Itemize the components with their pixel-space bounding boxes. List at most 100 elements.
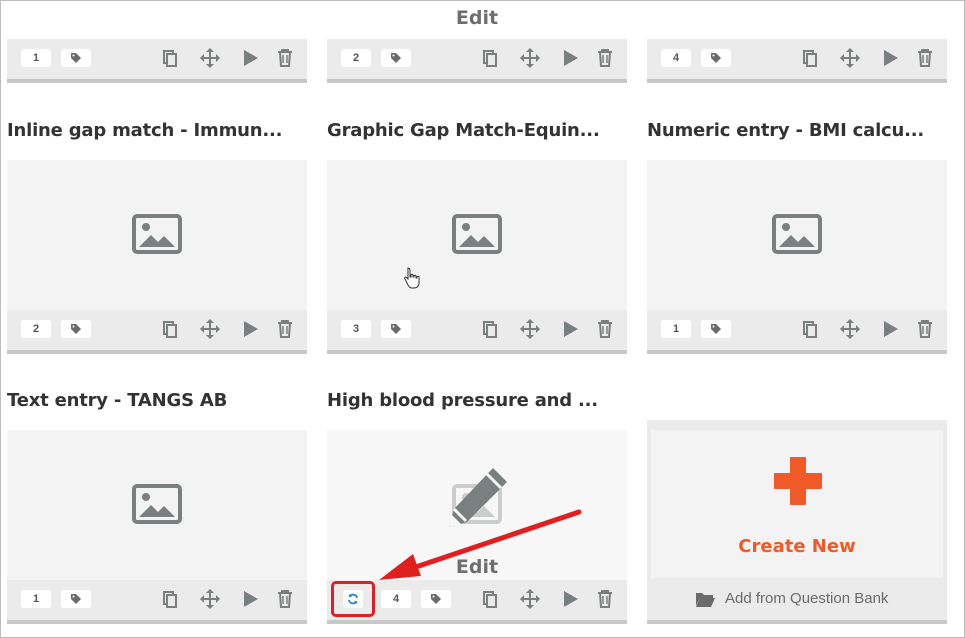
version-count[interactable]: 4 (381, 590, 411, 608)
move-button[interactable] (199, 47, 221, 69)
card-toolbar: 1 (7, 39, 307, 83)
card-top-3: 4 (647, 1, 947, 83)
move-button[interactable] (519, 318, 541, 340)
trash-icon (278, 49, 292, 67)
copy-button[interactable] (159, 318, 181, 340)
play-button[interactable] (239, 318, 261, 340)
play-icon (884, 321, 898, 337)
move-icon (840, 319, 860, 339)
tag-icon (391, 324, 401, 334)
edit-label[interactable]: Edit (327, 7, 627, 29)
copy-button[interactable] (799, 47, 821, 69)
play-button[interactable] (879, 47, 901, 69)
move-button[interactable] (199, 318, 221, 340)
plus-icon (774, 457, 822, 505)
play-button[interactable] (239, 47, 261, 69)
trash-icon (598, 49, 612, 67)
item-preview-area[interactable]: 1 (7, 420, 307, 624)
create-new-label: Create New (738, 536, 856, 557)
tag-icon (711, 53, 721, 63)
add-from-question-bank-link[interactable]: Add from Question Bank (725, 590, 888, 607)
move-button[interactable] (519, 588, 541, 610)
trash-icon (278, 590, 292, 608)
version-count[interactable]: 4 (661, 49, 691, 67)
refresh-button-highlight[interactable] (331, 581, 375, 617)
tag-button[interactable] (701, 49, 731, 67)
item-title[interactable]: Inline gap match - Immun... (7, 120, 307, 142)
item-title[interactable]: Numeric entry - BMI calcu... (647, 120, 947, 142)
move-icon (520, 48, 540, 68)
play-button[interactable] (559, 47, 581, 69)
version-count[interactable]: 2 (21, 320, 51, 338)
version-count[interactable]: 3 (341, 320, 371, 338)
copy-icon (163, 50, 177, 67)
delete-button[interactable] (594, 47, 616, 69)
delete-button[interactable] (274, 318, 296, 340)
play-button[interactable] (559, 588, 581, 610)
trash-icon (278, 320, 292, 338)
tag-button[interactable] (701, 320, 731, 338)
tag-button[interactable] (421, 590, 451, 608)
item-preview-area[interactable]: 3 (327, 150, 627, 354)
copy-icon (803, 321, 817, 338)
version-count[interactable]: 2 (341, 49, 371, 67)
image-placeholder-icon (132, 484, 182, 524)
play-button[interactable] (239, 588, 261, 610)
tag-icon (71, 53, 81, 63)
play-button[interactable] (559, 318, 581, 340)
create-new-button[interactable]: Create New (651, 430, 943, 578)
trash-icon (598, 590, 612, 608)
tag-button[interactable] (381, 49, 411, 67)
copy-icon (803, 50, 817, 67)
item-preview-area[interactable]: 2 (7, 150, 307, 354)
delete-button[interactable] (594, 588, 616, 610)
item-preview-area[interactable]: 1 (647, 150, 947, 354)
tag-button[interactable] (61, 49, 91, 67)
delete-button[interactable] (274, 47, 296, 69)
play-button[interactable] (879, 318, 901, 340)
copy-button[interactable] (479, 318, 501, 340)
delete-button[interactable] (594, 318, 616, 340)
move-button[interactable] (199, 588, 221, 610)
copy-button[interactable] (479, 588, 501, 610)
image-placeholder-icon (132, 214, 182, 254)
create-new-card[interactable]: Create New Add from Question Bank (647, 420, 947, 624)
item-title[interactable]: Graphic Gap Match-Equin... (327, 120, 627, 142)
version-count[interactable]: 1 (661, 320, 691, 338)
refresh-icon (348, 593, 358, 605)
tag-button[interactable] (61, 590, 91, 608)
copy-icon (163, 591, 177, 608)
card-toolbar: 2 (327, 39, 627, 83)
tag-icon (71, 594, 81, 604)
copy-button[interactable] (159, 47, 181, 69)
play-icon (564, 321, 578, 337)
image-placeholder-icon (452, 214, 502, 254)
trash-icon (598, 320, 612, 338)
delete-button[interactable] (274, 588, 296, 610)
version-count[interactable]: 1 (21, 590, 51, 608)
item-title[interactable]: Text entry - TANGS AB (7, 390, 307, 412)
tag-button[interactable] (61, 320, 91, 338)
refresh-button[interactable] (343, 590, 363, 608)
trash-icon (918, 320, 932, 338)
version-count[interactable]: 1 (21, 49, 51, 67)
move-icon (520, 589, 540, 609)
copy-button[interactable] (159, 588, 181, 610)
copy-button[interactable] (479, 47, 501, 69)
trash-icon (918, 49, 932, 67)
copy-icon (483, 50, 497, 67)
tag-icon (71, 324, 81, 334)
move-button[interactable] (839, 47, 861, 69)
play-icon (244, 591, 258, 607)
copy-button[interactable] (799, 318, 821, 340)
card-toolbar: 1 (647, 310, 947, 350)
item-title[interactable]: High blood pressure and ... (327, 390, 627, 412)
delete-button[interactable] (914, 318, 936, 340)
move-button[interactable] (519, 47, 541, 69)
tag-button[interactable] (381, 320, 411, 338)
move-icon (200, 319, 220, 339)
move-button[interactable] (839, 318, 861, 340)
copy-icon (483, 591, 497, 608)
move-icon (200, 589, 220, 609)
delete-button[interactable] (914, 47, 936, 69)
